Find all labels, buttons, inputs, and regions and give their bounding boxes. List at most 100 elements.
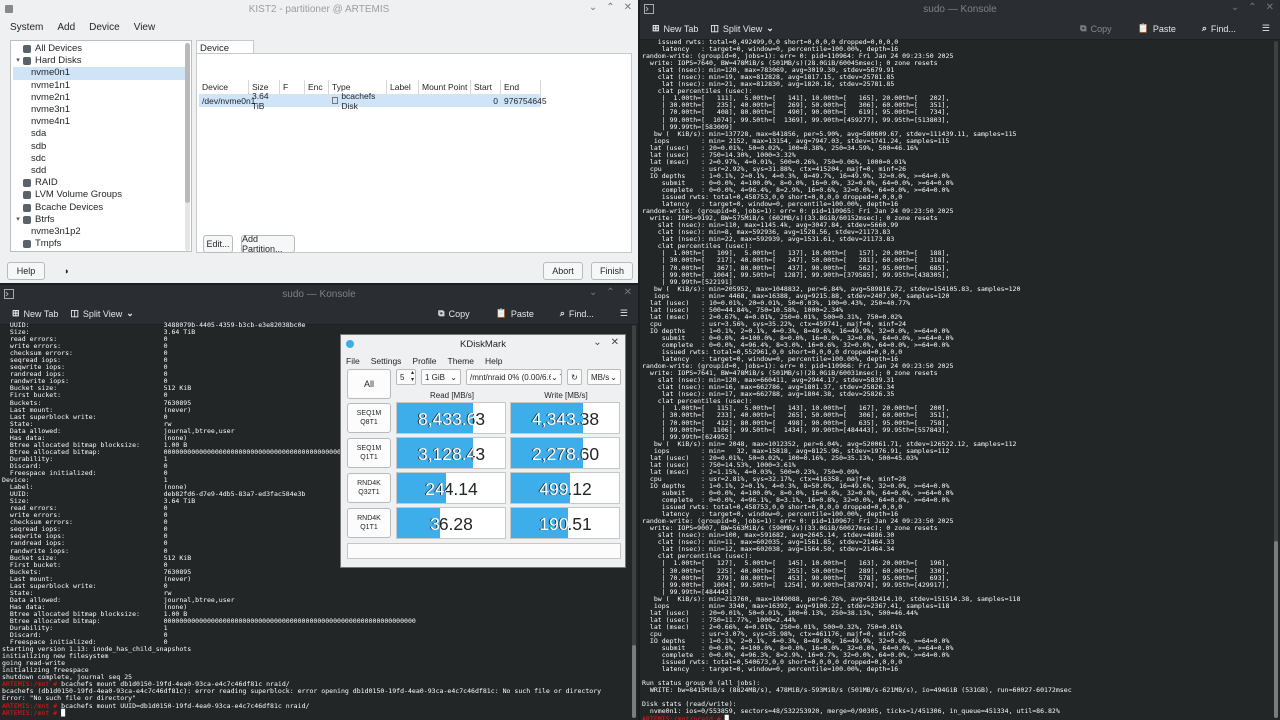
abort-button[interactable]: Abort [543, 262, 583, 280]
terminal-line: going read-write [2, 659, 66, 668]
edit-button[interactable]: Edit... [203, 235, 233, 253]
close-icon[interactable]: ✕ [624, 287, 632, 298]
tree-item[interactable]: LVM Volume Groups [13, 189, 189, 201]
device-type-icon [23, 191, 31, 200]
tree-expander-icon[interactable]: ▾ [13, 214, 23, 226]
close-icon[interactable]: ✕ [1266, 2, 1274, 13]
finish-button[interactable]: Finish [591, 262, 633, 280]
table-row[interactable]: /dev/nvme0n1 3.64 TiB bcachefs Disk 0 97… [199, 91, 547, 111]
comment-field[interactable] [347, 543, 621, 559]
menu-help[interactable]: Help [485, 356, 502, 366]
tree-expander-icon[interactable]: ▾ [13, 55, 23, 67]
test-button[interactable]: RND4K Q32T1 [347, 473, 391, 503]
search-icon: ⌕ [1201, 23, 1207, 33]
minimize-icon[interactable]: ⌄ [1231, 2, 1239, 13]
new-tab-button[interactable]: ⊞ New Tab [12, 308, 58, 319]
device-type-icon [23, 57, 31, 66]
help-button[interactable]: Help [7, 262, 45, 280]
find-button[interactable]: ⌕ Find... [1202, 23, 1236, 34]
menu-theme[interactable]: Theme [448, 356, 474, 366]
menu-file[interactable]: File [346, 356, 360, 366]
menu-system[interactable]: System [10, 22, 43, 33]
maximize-icon[interactable]: ⌃ [1248, 2, 1256, 13]
minimize-icon[interactable]: ⌄ [593, 337, 601, 348]
tree-item[interactable]: nvme1n1 [13, 80, 189, 92]
tree-item[interactable]: nvme3n1 [13, 104, 189, 116]
add-partition-button[interactable]: Add Partition... [241, 234, 295, 254]
col-enc[interactable]: Enc [305, 80, 329, 94]
tree-item[interactable]: sdb [13, 141, 189, 153]
col-end[interactable]: End [501, 80, 541, 94]
menu-device[interactable]: Device [89, 22, 120, 33]
terminal-scrollbar[interactable] [1274, 41, 1278, 718]
partitioner-titlebar[interactable]: KIST2 - partitioner @ ARTEMIS ⌄ ⌃ ✕ [0, 0, 638, 18]
split-view-button[interactable]: ◫ Split View ⌄ [70, 308, 133, 319]
tree-item[interactable]: nvme3n1p2 [13, 226, 189, 238]
maximize-icon[interactable]: ⌃ [606, 2, 614, 13]
paste-button[interactable]: 📋 Paste [496, 308, 534, 319]
split-view-icon: ◫ [70, 308, 79, 318]
col-mount-point[interactable]: Mount Point [419, 80, 471, 94]
tree-item[interactable]: nvme0n1 [13, 67, 189, 80]
chevron-down-icon: ⌄ [766, 23, 774, 33]
copy-icon: ⧉ [1080, 23, 1087, 33]
paste-button[interactable]: 📋 Paste [1138, 23, 1176, 34]
minimize-icon[interactable]: ⌄ [589, 2, 597, 13]
konsole-toolbar: ⊞ New Tab ◫ Split View ⌄ ⧉ Copy 📋 Paste ⌕ Find… [640, 18, 1280, 40]
col-start[interactable]: Start [471, 80, 501, 94]
maximize-icon[interactable]: ⌃ [606, 287, 614, 298]
test-button[interactable]: SEQ1M Q1T1 [347, 438, 391, 468]
copy-button[interactable]: ⧉ Copy [438, 308, 469, 319]
menu-add[interactable]: Add [57, 22, 75, 33]
menu-settings[interactable]: Settings [371, 356, 402, 366]
close-icon[interactable]: ✕ [624, 2, 632, 13]
col-f[interactable]: F [280, 80, 305, 94]
target-path-select[interactable]: /mnt/nraid 0% (0.00/6.69 Ti ⌄ [466, 369, 562, 385]
terminal-output[interactable]: issued rwts: total=0,492499,0,0 short=0,… [642, 38, 1072, 720]
tab-device-overview[interactable]: Device Overview [196, 40, 254, 65]
read-result-value-overlay: 36.28 [397, 508, 440, 538]
terminal-scrollbar[interactable] [632, 325, 636, 718]
copy-button[interactable]: ⧉ Copy [1080, 23, 1111, 34]
shell-command: █ [720, 714, 729, 720]
konsole-right-titlebar[interactable]: sudo — Konsole ⌄ ⌃ ✕ [640, 0, 1280, 18]
device-tree[interactable]: All Devices ▾ Hard Disks nvme0n1 nvme1n1 nvme… [10, 40, 192, 252]
unit-select[interactable]: MB/s ⌄ [587, 369, 621, 385]
menu-view[interactable]: View [134, 22, 156, 33]
tree-item[interactable]: nvme4n1 [13, 116, 189, 128]
hamburger-menu-icon[interactable]: ☰ [1262, 23, 1270, 34]
tree-item[interactable]: ▾ Btrfs [13, 214, 189, 226]
test-button[interactable]: SEQ1M Q8T1 [347, 403, 391, 433]
terminal-line: WRITE: bw=8415MiB/s (8824MB/s), 478MiB/s… [642, 686, 1072, 695]
konsole-right-window: sudo — Konsole ⌄ ⌃ ✕ ⊞ New Tab ◫ Split View ⌄… [640, 0, 1280, 720]
tree-item[interactable]: Tmpfs [13, 238, 189, 250]
kdiskmark-titlebar[interactable]: KDiskMark ⌄ ✕ [341, 335, 625, 353]
minimize-icon[interactable]: ⌄ [589, 287, 597, 298]
menu-profile[interactable]: Profile [412, 356, 436, 366]
tree-scrollbar[interactable] [185, 43, 190, 251]
tree-item[interactable]: sdd [13, 165, 189, 177]
tree-item[interactable]: nvme2n1 [13, 92, 189, 104]
split-view-button[interactable]: ◫ Split View ⌄ [710, 23, 773, 34]
tree-item[interactable]: All Devices [13, 43, 189, 55]
close-icon[interactable]: ✕ [611, 337, 619, 348]
new-tab-button[interactable]: ⊞ New Tab [652, 23, 698, 34]
find-button[interactable]: ⌕ Find... [560, 308, 594, 319]
paste-icon: 📋 [495, 308, 507, 318]
col-label[interactable]: Label [387, 80, 419, 94]
konsole-left-titlebar[interactable]: sudo — Konsole ⌄ ⌃ ✕ [0, 285, 638, 303]
tree-item[interactable]: ▾ Hard Disks [13, 55, 189, 67]
tree-item[interactable]: Bcache Devices [13, 201, 189, 213]
col-device[interactable]: Device [199, 80, 249, 94]
size-select[interactable]: 1 GiB ⌄ [421, 369, 461, 385]
hamburger-menu-icon[interactable]: ☰ [620, 308, 628, 319]
runs-spinbox[interactable]: 5 ▴ ▾ [396, 369, 416, 385]
tree-item-label: sdc [31, 152, 46, 164]
device-type-icon [23, 240, 31, 249]
write-result-value-inverse: 2,278.60 [531, 444, 583, 464]
test-button[interactable]: RND4K Q1T1 [347, 508, 391, 538]
tree-item[interactable]: RAID [13, 177, 189, 189]
refresh-button[interactable]: ↻ [567, 369, 582, 385]
tree-item[interactable]: sdc [13, 153, 189, 165]
tree-item[interactable]: sda [13, 128, 189, 140]
